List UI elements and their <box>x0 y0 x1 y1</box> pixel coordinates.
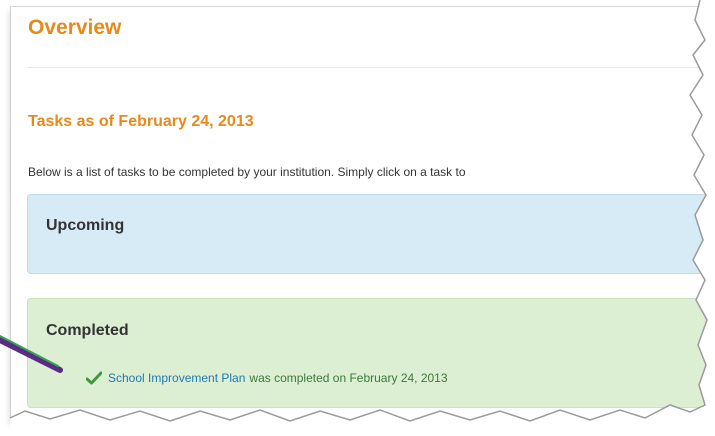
overview-page: Overview Tasks as of February 24, 2013 B… <box>10 6 715 421</box>
task-completion-status: was completed on February 24, 2013 <box>249 371 448 385</box>
check-icon <box>85 371 103 385</box>
completed-heading: Completed <box>46 322 129 339</box>
tasks-heading: Tasks as of February 24, 2013 <box>28 113 254 130</box>
title-divider <box>28 67 708 68</box>
upcoming-panel: Upcoming <box>27 194 715 274</box>
completed-task-item: School Improvement Plan was completed on… <box>85 371 448 385</box>
tasks-description: Below is a list of tasks to be completed… <box>28 165 466 179</box>
school-improvement-plan-link[interactable]: School Improvement Plan <box>108 371 245 385</box>
page-title: Overview <box>28 16 122 39</box>
upcoming-heading: Upcoming <box>46 217 125 234</box>
completed-panel: Completed School Improvement Plan was co… <box>27 298 715 408</box>
